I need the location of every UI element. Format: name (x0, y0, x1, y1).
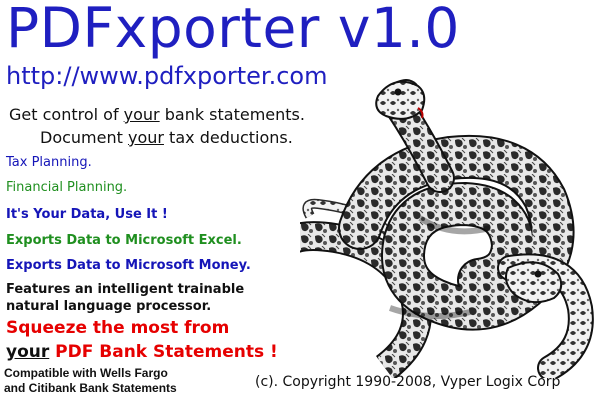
feature-excel-export: Exports Data to Microsoft Excel. (6, 233, 242, 248)
tagline-text: Document (40, 128, 128, 147)
python-snake-illustration (300, 79, 594, 378)
nlp-feature: Features an intelligent trainable natura… (6, 281, 244, 315)
feature-money-export: Exports Data to Microsoft Money. (6, 258, 251, 273)
product-title: PDFxporter v1.0 (6, 0, 460, 60)
tagline-line-1: Get control of your bank statements. (9, 105, 305, 124)
squeeze-emphasis: your (6, 342, 50, 362)
tagline-text: tax deductions. (163, 128, 293, 147)
compat-line-1: Compatible with Wells Fargo (4, 366, 168, 380)
website-url: http://www.pdfxporter.com (6, 62, 328, 90)
feature-financial-planning: Financial Planning. (6, 180, 128, 195)
tagline-text: Get control of (9, 105, 124, 124)
tagline-line-2: Document your tax deductions. (40, 128, 293, 147)
squeeze-headline: Squeeze the most from your PDF Bank Stat… (6, 316, 278, 364)
nlp-line-1: Features an intelligent trainable (6, 282, 245, 297)
compatibility-note: Compatible with Wells Fargo and Citibank… (4, 366, 177, 396)
snake-head-upper (375, 80, 426, 120)
tagline-emphasis: your (127, 128, 164, 147)
squeeze-line-1: Squeeze the most from (6, 318, 230, 338)
tagline-text: bank statements. (159, 105, 305, 124)
squeeze-text: PDF Bank Statements ! (49, 342, 278, 362)
compat-line-2: and Citibank Bank Statements (4, 381, 177, 395)
feature-tax-planning: Tax Planning. (6, 155, 92, 170)
tagline-emphasis: your (123, 105, 160, 124)
squeeze-line-2: your PDF Bank Statements ! (6, 340, 278, 364)
feature-your-data: It's Your Data, Use It ! (6, 207, 168, 222)
nlp-line-2: natural language processor. (6, 299, 212, 314)
